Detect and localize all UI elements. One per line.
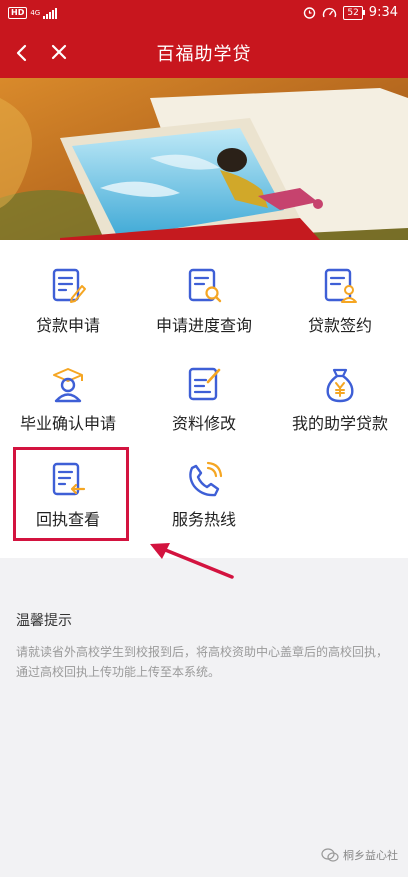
- hd-badge: HD: [8, 7, 28, 19]
- status-bar: HD 4G 52 9:34: [0, 0, 408, 28]
- phone-icon: [189, 461, 223, 497]
- menu-label: 贷款签约: [307, 316, 372, 335]
- menu-item-graduation-confirm[interactable]: 毕业确认申请: [0, 364, 136, 460]
- status-right: 52 9:34: [303, 5, 398, 20]
- alarm-icon: [304, 7, 316, 19]
- menu-item-edit-info[interactable]: 资料修改: [136, 364, 272, 460]
- menu-item-loan-application[interactable]: 贷款申请: [0, 266, 136, 362]
- tips-body: 请就读省外高校学生到校报到后，将高校资助中心盖章后的高校回执，通过高校回执上传功…: [16, 645, 389, 679]
- graduate-icon: [53, 368, 83, 403]
- edit-square-icon: [188, 367, 221, 401]
- network-type: 4G: [30, 8, 41, 17]
- menu-label: 我的助学贷款: [291, 414, 388, 433]
- arrow-annotation: [150, 543, 234, 579]
- highlight-annotation: [13, 447, 129, 541]
- menu-item-my-loans[interactable]: 我的助学贷款: [272, 364, 408, 460]
- menu-label: 毕业确认申请: [19, 414, 116, 433]
- menu-label: 贷款申请: [35, 316, 100, 335]
- watermark-text: 桐乡益心社: [343, 849, 398, 862]
- menu-item-loan-contract[interactable]: 贷款签约: [272, 266, 408, 362]
- nav-bar: 百福助学贷: [0, 28, 408, 78]
- search-document-icon: [188, 268, 222, 303]
- menu-label: 申请进度查询: [155, 316, 252, 335]
- speed-icon: [323, 7, 337, 18]
- menu-label: 服务热线: [171, 510, 236, 529]
- page-title: 百福助学贷: [156, 44, 252, 65]
- watermark: 桐乡益心社: [321, 847, 398, 863]
- menu-item-progress-query[interactable]: 申请进度查询: [136, 266, 272, 362]
- money-bag-icon: [326, 368, 354, 403]
- battery-indicator: 52: [343, 5, 366, 20]
- wechat-icon: [321, 848, 339, 862]
- tips-title: 温馨提示: [16, 613, 72, 629]
- menu-label: 资料修改: [171, 414, 236, 433]
- edit-document-icon: [52, 268, 86, 303]
- clock: 9:34: [368, 5, 398, 20]
- contract-user-icon: [324, 268, 357, 303]
- banner-image: [0, 78, 408, 240]
- status-left: HD 4G: [8, 7, 58, 19]
- tips-section: 温馨提示 请就读省外高校学生到校报到后，将高校资助中心盖章后的高校回执，通过高校…: [16, 610, 392, 682]
- signal-icon: [43, 7, 58, 19]
